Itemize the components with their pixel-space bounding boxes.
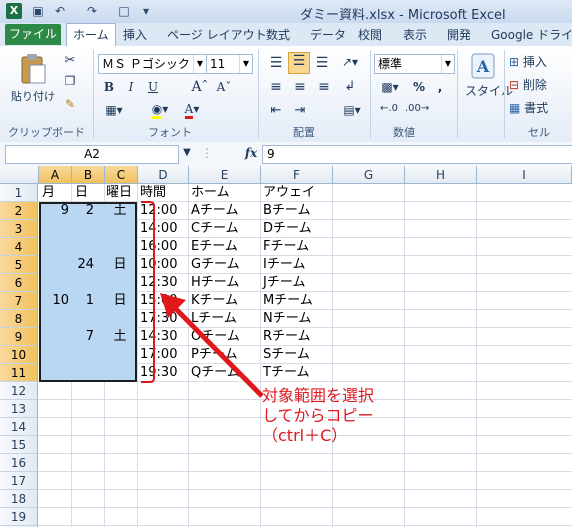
- insert-cells-button[interactable]: ⊞ 挿入: [508, 52, 572, 71]
- resize-handle-icon[interactable]: ⋮: [200, 145, 213, 161]
- font-group-label: フォント: [148, 126, 192, 139]
- annotation-text-3: （ctrl＋C）: [262, 426, 348, 445]
- undo-icon[interactable]: ↶: [52, 3, 68, 19]
- underline-icon[interactable]: U: [144, 79, 162, 95]
- tab-insert[interactable]: 挿入: [123, 26, 147, 43]
- shrink-font-icon[interactable]: Aˇ: [214, 79, 234, 95]
- delete-cells-icon: ⊟: [509, 78, 520, 92]
- align-center-icon[interactable]: ≡: [290, 78, 310, 96]
- align-right-icon[interactable]: ≡: [314, 78, 334, 96]
- delete-cells-label: 削除: [522, 78, 547, 92]
- paste-button[interactable]: 貼り付け: [8, 52, 58, 114]
- insert-cells-icon: ⊞: [509, 55, 520, 69]
- clipboard-group-label: クリップボード: [8, 126, 85, 139]
- ribbon-tabs: ファイル ホーム 挿入 ページ レイアウト 数式 データ 校閲 表示 開発 Go…: [0, 23, 572, 47]
- tab-formulas[interactable]: 数式: [266, 26, 290, 43]
- tab-page-layout[interactable]: ページ レイアウト: [167, 26, 267, 43]
- cells-group-label: セル: [528, 126, 550, 139]
- insert-cells-label: 挿入: [522, 55, 547, 69]
- excel-logo-icon[interactable]: X: [6, 3, 22, 19]
- ribbon: 貼り付け ✂ ❐ ✎ クリップボード ＭＳ Ｐゴシック ▼ 11 ▼ B I U…: [0, 46, 572, 143]
- comma-style-icon[interactable]: ,: [432, 79, 448, 95]
- formula-input[interactable]: 9: [262, 145, 572, 164]
- chevron-down-icon[interactable]: ▼: [239, 55, 252, 73]
- annotation-bracket: [141, 201, 155, 383]
- style-label: スタイル: [465, 84, 514, 98]
- format-painter-icon[interactable]: ✎: [60, 96, 80, 116]
- delete-cells-button[interactable]: ⊟ 削除: [508, 75, 572, 94]
- annotation-text-2: してからコピー: [262, 406, 374, 425]
- annotation-overlay: [141, 201, 264, 398]
- annotation-arrow-line: [171, 304, 264, 398]
- cut-icon[interactable]: ✂: [60, 52, 80, 72]
- chevron-down-icon[interactable]: ▼: [193, 55, 206, 73]
- orientation-icon[interactable]: ↗▾: [336, 54, 364, 70]
- wrap-text-icon[interactable]: ↲: [340, 78, 360, 95]
- separator: [258, 50, 259, 138]
- increase-decimal-icon[interactable]: ←.0: [376, 102, 402, 115]
- tab-google-drive[interactable]: Google ドライブ: [491, 26, 572, 43]
- align-left-icon[interactable]: ≡: [266, 78, 286, 96]
- alignment-group-label: 配置: [293, 126, 315, 139]
- insert-function-icon[interactable]: fx: [242, 145, 260, 161]
- merge-center-icon[interactable]: ▤▾: [338, 102, 366, 118]
- window-title: ダミー資料.xlsx - Microsoft Excel: [300, 8, 506, 23]
- tab-home[interactable]: ホーム: [66, 23, 116, 47]
- copy-icon[interactable]: ❐: [60, 73, 80, 93]
- font-name-combo[interactable]: ＭＳ Ｐゴシック ▼: [98, 54, 207, 74]
- percent-icon[interactable]: %: [410, 79, 428, 95]
- increase-indent-icon[interactable]: ⇥: [290, 102, 310, 119]
- style-icon: A: [471, 53, 495, 79]
- format-cells-icon: ▦: [509, 101, 521, 115]
- grow-font-icon[interactable]: Aˆ: [190, 78, 210, 96]
- fill-color-icon[interactable]: ◉▾: [146, 101, 174, 119]
- paste-icon: [21, 54, 46, 84]
- font-color-icon[interactable]: A▾: [178, 101, 206, 119]
- separator: [457, 50, 458, 138]
- chevron-down-icon[interactable]: ▼: [441, 55, 454, 73]
- redo-icon[interactable]: ↷: [84, 3, 100, 19]
- tab-developer[interactable]: 開発: [447, 26, 471, 43]
- name-box[interactable]: A2: [5, 145, 179, 164]
- tab-review[interactable]: 校閲: [358, 26, 382, 43]
- font-size-combo[interactable]: 11 ▼: [206, 54, 253, 74]
- tab-file[interactable]: ファイル: [5, 24, 61, 45]
- format-cells-button[interactable]: ▦ 書式: [508, 98, 572, 117]
- align-top-icon[interactable]: ☰: [266, 54, 286, 72]
- number-group-label: 数値: [393, 126, 415, 139]
- borders-icon[interactable]: ▦▾: [100, 102, 128, 118]
- separator: [370, 50, 371, 138]
- tab-view[interactable]: 表示: [403, 26, 427, 43]
- save-icon[interactable]: ▣: [30, 3, 46, 19]
- chevron-down-icon[interactable]: ▼: [180, 146, 194, 159]
- bold-icon[interactable]: B: [100, 79, 118, 95]
- decrease-indent-icon[interactable]: ⇤: [266, 102, 286, 119]
- italic-icon[interactable]: I: [122, 79, 140, 95]
- decrease-decimal-icon[interactable]: .00→: [404, 102, 430, 115]
- number-format-combo[interactable]: 標準 ▼: [374, 54, 455, 74]
- annotation-text-1: 対象範囲を選択: [262, 386, 375, 405]
- accounting-format-icon[interactable]: ▩▾: [376, 79, 404, 95]
- new-file-icon[interactable]: □: [116, 3, 132, 19]
- style-button[interactable]: A スタイル: [464, 52, 514, 118]
- align-middle-icon[interactable]: ☰: [288, 52, 310, 74]
- font-size-value: 11: [210, 57, 226, 71]
- svg-text:A: A: [476, 57, 490, 76]
- separator: [93, 50, 94, 138]
- number-format-value: 標準: [378, 57, 403, 71]
- font-name-value: ＭＳ Ｐゴシック: [102, 57, 190, 71]
- paste-label: 貼り付け: [11, 90, 55, 103]
- spreadsheet-grid: A B C D E F G H I 1 2 3 4 5 6 7 8 9 10 1…: [0, 166, 572, 527]
- title-bar: X ▣ ↶ ↷ □ ▾ ダミー資料.xlsx - Microsoft Excel: [0, 0, 572, 24]
- formula-bar: A2 ▼ ⋮ fx 9: [0, 142, 572, 167]
- format-cells-label: 書式: [524, 101, 549, 115]
- tab-data[interactable]: データ: [310, 26, 346, 43]
- customize-qat-icon[interactable]: ▾: [138, 3, 154, 19]
- align-bottom-icon[interactable]: ☰: [312, 54, 332, 72]
- separator: [504, 50, 505, 138]
